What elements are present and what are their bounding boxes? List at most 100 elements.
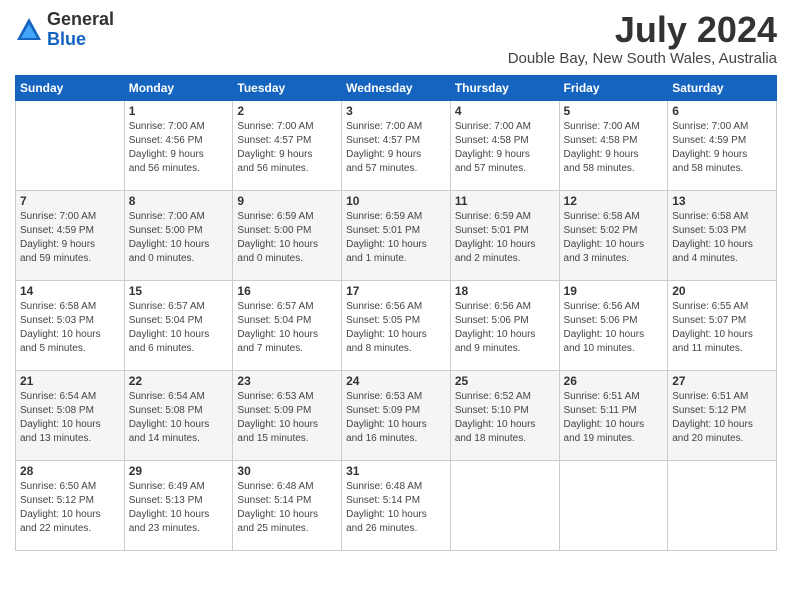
calendar-cell: 2Sunrise: 7:00 AMSunset: 4:57 PMDaylight… (233, 100, 342, 190)
day-number: 4 (455, 104, 555, 118)
calendar-cell: 27 Sunrise: 6:51 AMSunset: 5:12 PMDayligh… (668, 370, 777, 460)
header-day-friday: Friday (559, 75, 668, 100)
day-info: Sunrise: 6:57 AMSunset: 5:04 PMDaylight:… (237, 300, 337, 356)
day-info: Sunrise: 6:56 AMSunset: 5:06 PMDaylight:… (455, 300, 555, 356)
calendar-cell: 17 Sunrise: 6:56 AMSunset: 5:05 PMDayligh… (342, 280, 451, 370)
day-info: Sunrise: 6:58 AMSunset: 5:03 PMDaylight:… (20, 300, 120, 356)
calendar-cell: 9Sunrise: 6:59 AMSunset: 5:00 PMDaylight… (233, 190, 342, 280)
day-number: 18 (455, 284, 555, 298)
calendar-cell: 5 Sunrise: 7:00 AMSunset: 4:58 PMDaylight… (559, 100, 668, 190)
calendar-cell: 30 Sunrise: 6:48 AMSunset: 5:14 PMDayligh… (233, 460, 342, 550)
day-info: Sunrise: 7:00 AMSunset: 4:59 PMDaylight:… (20, 210, 120, 266)
day-number: 1 (129, 104, 229, 118)
location: Double Bay, New South Wales, Australia (508, 50, 777, 67)
calendar-cell: 10 Sunrise: 6:59 AMSunset: 5:01 PMDayligh… (342, 190, 451, 280)
calendar-cell (450, 460, 559, 550)
calendar-cell: 25Sunrise: 6:52 AMSunset: 5:10 PMDayligh… (450, 370, 559, 460)
title-area: July 2024 Double Bay, New South Wales, A… (508, 10, 777, 67)
day-number: 29 (129, 464, 229, 478)
day-number: 16 (237, 284, 337, 298)
day-info: Sunrise: 6:53 AMSunset: 5:09 PMDaylight:… (237, 390, 337, 446)
day-info: Sunrise: 6:51 AMSunset: 5:11 PMDaylight:… (564, 390, 664, 446)
day-info: Sunrise: 7:00 AMSunset: 4:56 PMDaylight:… (129, 120, 229, 176)
calendar-cell (16, 100, 125, 190)
day-info: Sunrise: 6:49 AMSunset: 5:13 PMDaylight:… (129, 480, 229, 536)
day-info: Sunrise: 6:58 AMSunset: 5:02 PMDaylight:… (564, 210, 664, 266)
calendar-cell: 23 Sunrise: 6:53 AMSunset: 5:09 PMDayligh… (233, 370, 342, 460)
day-info: Sunrise: 6:59 AMSunset: 5:01 PMDaylight:… (346, 210, 446, 266)
week-row-3: 14Sunrise: 6:58 AMSunset: 5:03 PMDayligh… (16, 280, 777, 370)
header-day-tuesday: Tuesday (233, 75, 342, 100)
header-day-saturday: Saturday (668, 75, 777, 100)
day-info: Sunrise: 7:00 AMSunset: 5:00 PMDaylight:… (129, 210, 229, 266)
day-info: Sunrise: 6:56 AMSunset: 5:06 PMDaylight:… (564, 300, 664, 356)
logo-icon (15, 16, 43, 44)
logo: General Blue (15, 10, 114, 50)
calendar-cell: 21 Sunrise: 6:54 AMSunset: 5:08 PMDayligh… (16, 370, 125, 460)
logo-text: General Blue (47, 10, 114, 50)
calendar-cell: 24Sunrise: 6:53 AMSunset: 5:09 PMDayligh… (342, 370, 451, 460)
day-number: 23 (237, 374, 337, 388)
day-info: Sunrise: 6:58 AMSunset: 5:03 PMDaylight:… (672, 210, 772, 266)
day-number: 13 (672, 194, 772, 208)
day-number: 21 (20, 374, 120, 388)
calendar-cell: 12 Sunrise: 6:58 AMSunset: 5:02 PMDayligh… (559, 190, 668, 280)
week-row-2: 7 Sunrise: 7:00 AMSunset: 4:59 PMDaylight… (16, 190, 777, 280)
day-number: 19 (564, 284, 664, 298)
header-day-wednesday: Wednesday (342, 75, 451, 100)
day-info: Sunrise: 6:52 AMSunset: 5:10 PMDaylight:… (455, 390, 555, 446)
calendar-cell: 26 Sunrise: 6:51 AMSunset: 5:11 PMDayligh… (559, 370, 668, 460)
day-number: 12 (564, 194, 664, 208)
day-info: Sunrise: 6:54 AMSunset: 5:08 PMDaylight:… (20, 390, 120, 446)
logo-blue: Blue (47, 29, 86, 49)
calendar-cell: 20Sunrise: 6:55 AMSunset: 5:07 PMDayligh… (668, 280, 777, 370)
day-number: 2 (237, 104, 337, 118)
day-number: 5 (564, 104, 664, 118)
day-info: Sunrise: 6:48 AMSunset: 5:14 PMDaylight:… (237, 480, 337, 536)
day-info: Sunrise: 6:53 AMSunset: 5:09 PMDaylight:… (346, 390, 446, 446)
day-info: Sunrise: 6:50 AMSunset: 5:12 PMDaylight:… (20, 480, 120, 536)
calendar-cell: 13 Sunrise: 6:58 AMSunset: 5:03 PMDayligh… (668, 190, 777, 280)
day-number: 8 (129, 194, 229, 208)
month-title: July 2024 (508, 10, 777, 50)
calendar-cell: 31 Sunrise: 6:48 AMSunset: 5:14 PMDayligh… (342, 460, 451, 550)
calendar-cell: 3Sunrise: 7:00 AMSunset: 4:57 PMDaylight… (342, 100, 451, 190)
header: General Blue July 2024 Double Bay, New S… (15, 10, 777, 67)
day-number: 11 (455, 194, 555, 208)
calendar-cell: 14Sunrise: 6:58 AMSunset: 5:03 PMDayligh… (16, 280, 125, 370)
day-number: 17 (346, 284, 446, 298)
calendar-cell (668, 460, 777, 550)
day-number: 9 (237, 194, 337, 208)
calendar-cell: 16 Sunrise: 6:57 AMSunset: 5:04 PMDayligh… (233, 280, 342, 370)
calendar-cell: 7 Sunrise: 7:00 AMSunset: 4:59 PMDaylight… (16, 190, 125, 280)
day-number: 10 (346, 194, 446, 208)
day-number: 28 (20, 464, 120, 478)
calendar-cell: 22Sunrise: 6:54 AMSunset: 5:08 PMDayligh… (124, 370, 233, 460)
logo-general: General (47, 9, 114, 29)
day-info: Sunrise: 6:55 AMSunset: 5:07 PMDaylight:… (672, 300, 772, 356)
day-info: Sunrise: 7:00 AMSunset: 4:59 PMDaylight:… (672, 120, 772, 176)
calendar-table: SundayMondayTuesdayWednesdayThursdayFrid… (15, 75, 777, 551)
day-info: Sunrise: 6:51 AMSunset: 5:12 PMDaylight:… (672, 390, 772, 446)
day-info: Sunrise: 6:56 AMSunset: 5:05 PMDaylight:… (346, 300, 446, 356)
calendar-header: SundayMondayTuesdayWednesdayThursdayFrid… (16, 75, 777, 100)
calendar-cell: 1 Sunrise: 7:00 AMSunset: 4:56 PMDaylight… (124, 100, 233, 190)
day-number: 3 (346, 104, 446, 118)
calendar-cell: 29 Sunrise: 6:49 AMSunset: 5:13 PMDayligh… (124, 460, 233, 550)
calendar-cell: 6Sunrise: 7:00 AMSunset: 4:59 PMDaylight… (668, 100, 777, 190)
day-info: Sunrise: 6:59 AMSunset: 5:01 PMDaylight:… (455, 210, 555, 266)
day-info: Sunrise: 6:54 AMSunset: 5:08 PMDaylight:… (129, 390, 229, 446)
calendar-cell: 4 Sunrise: 7:00 AMSunset: 4:58 PMDaylight… (450, 100, 559, 190)
day-number: 7 (20, 194, 120, 208)
day-info: Sunrise: 6:48 AMSunset: 5:14 PMDaylight:… (346, 480, 446, 536)
day-info: Sunrise: 6:57 AMSunset: 5:04 PMDaylight:… (129, 300, 229, 356)
day-number: 31 (346, 464, 446, 478)
day-number: 30 (237, 464, 337, 478)
day-info: Sunrise: 7:00 AMSunset: 4:58 PMDaylight:… (564, 120, 664, 176)
day-number: 26 (564, 374, 664, 388)
calendar-cell: 18 Sunrise: 6:56 AMSunset: 5:06 PMDayligh… (450, 280, 559, 370)
day-info: Sunrise: 7:00 AMSunset: 4:58 PMDaylight:… (455, 120, 555, 176)
day-number: 27 (672, 374, 772, 388)
calendar-cell: 28 Sunrise: 6:50 AMSunset: 5:12 PMDayligh… (16, 460, 125, 550)
week-row-4: 21 Sunrise: 6:54 AMSunset: 5:08 PMDayligh… (16, 370, 777, 460)
